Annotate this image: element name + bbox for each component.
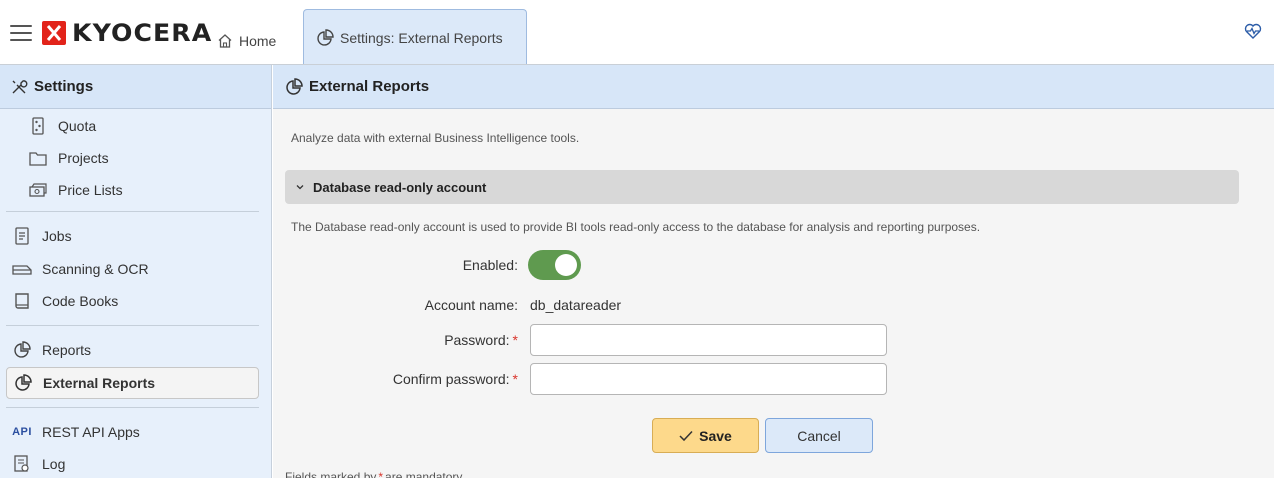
pie-chart-icon (12, 340, 32, 360)
cancel-button[interactable]: Cancel (765, 418, 873, 453)
enabled-toggle[interactable] (528, 250, 581, 280)
sidebar-item-label: Reports (42, 342, 92, 358)
sidebar-item-label: External Reports (43, 375, 156, 391)
section-database-read-only-account[interactable]: Database read-only account (285, 170, 1239, 204)
sidebar-item-reports[interactable]: Reports (6, 334, 259, 366)
save-button-label: Save (699, 427, 732, 444)
quota-icon (28, 116, 48, 136)
sidebar-item-label: Code Books (42, 293, 119, 309)
password-label: Password: * (444, 332, 518, 348)
folder-icon (28, 148, 48, 168)
sidebar-item-quota[interactable]: Quota (6, 110, 259, 142)
book-icon (12, 291, 32, 311)
confirm-password-label: Confirm password: * (392, 371, 518, 387)
tab-home[interactable]: Home (207, 16, 297, 65)
sidebar-item-label: Price Lists (58, 182, 123, 198)
save-button[interactable]: Save (652, 418, 759, 453)
top-bar: KYOCERA Home Settings: External Reports (0, 0, 1274, 65)
sidebar-title: Settings (34, 78, 94, 95)
account-name-label: Account name: (424, 297, 518, 313)
settings-sidebar: Settings Quota Projects Price Lists Jobs… (0, 65, 272, 478)
sidebar-item-label: Scanning & OCR (42, 261, 149, 277)
scanner-icon (12, 259, 32, 279)
log-icon (12, 454, 32, 474)
chevron-down-icon (296, 185, 304, 190)
password-field[interactable] (530, 324, 887, 356)
confirm-password-field[interactable] (530, 363, 887, 395)
section-description: The Database read-only account is used t… (291, 220, 981, 234)
mandatory-fields-note: Fields marked by * are mandatory. (285, 470, 465, 478)
brand-name: KYOCERA (72, 19, 213, 47)
price-list-icon (28, 180, 48, 200)
account-name-value: db_datareader (530, 297, 622, 313)
tab-ext-label: Settings: External Reports (340, 29, 503, 46)
pie-chart-icon (13, 373, 33, 393)
pie-chart-icon (317, 28, 334, 46)
kyocera-logo-mark (42, 21, 66, 45)
sidebar-item-label: Jobs (42, 228, 72, 244)
pulse-heart-icon[interactable] (1244, 22, 1262, 40)
pie-chart-icon (286, 77, 303, 95)
sidebar-item-label: Quota (58, 118, 97, 134)
required-marker: * (512, 332, 518, 348)
page-header: External Reports (273, 65, 1274, 109)
page-description: Analyze data with external Business Inte… (291, 131, 580, 145)
sidebar-item-label: Log (42, 456, 66, 472)
section-title: Database read-only account (313, 179, 487, 195)
home-icon (218, 33, 232, 48)
sidebar-item-label: Projects (58, 150, 109, 166)
sidebar-item-label: REST API Apps (42, 424, 140, 440)
sidebar-item-scanning-ocr[interactable]: Scanning & OCR (6, 253, 259, 285)
sidebar-item-log[interactable]: Log (6, 448, 259, 478)
sidebar-item-jobs[interactable]: Jobs (6, 220, 259, 252)
sidebar-item-code-books[interactable]: Code Books (6, 285, 259, 317)
checkmark-icon (679, 430, 693, 441)
page-title: External Reports (309, 78, 430, 95)
api-icon: API (12, 426, 32, 438)
required-marker: * (512, 371, 518, 387)
sidebar-header: Settings (0, 65, 271, 109)
cancel-button-label: Cancel (797, 427, 841, 444)
main-panel: External Reports Analyze data with exter… (273, 65, 1274, 478)
tab-settings-external-reports[interactable]: Settings: External Reports (303, 9, 527, 65)
enabled-label: Enabled: (462, 257, 518, 273)
sidebar-item-external-reports[interactable]: External Reports (6, 367, 259, 399)
tab-home-label: Home (239, 32, 277, 49)
document-icon (12, 226, 32, 246)
kyocera-logo[interactable]: KYOCERA (42, 19, 211, 47)
menu-icon[interactable] (10, 25, 32, 41)
sidebar-item-projects[interactable]: Projects (6, 142, 259, 174)
sidebar-item-price-lists[interactable]: Price Lists (6, 174, 259, 206)
tools-icon (12, 79, 28, 93)
sidebar-item-rest-api-apps[interactable]: API REST API Apps (6, 416, 259, 448)
